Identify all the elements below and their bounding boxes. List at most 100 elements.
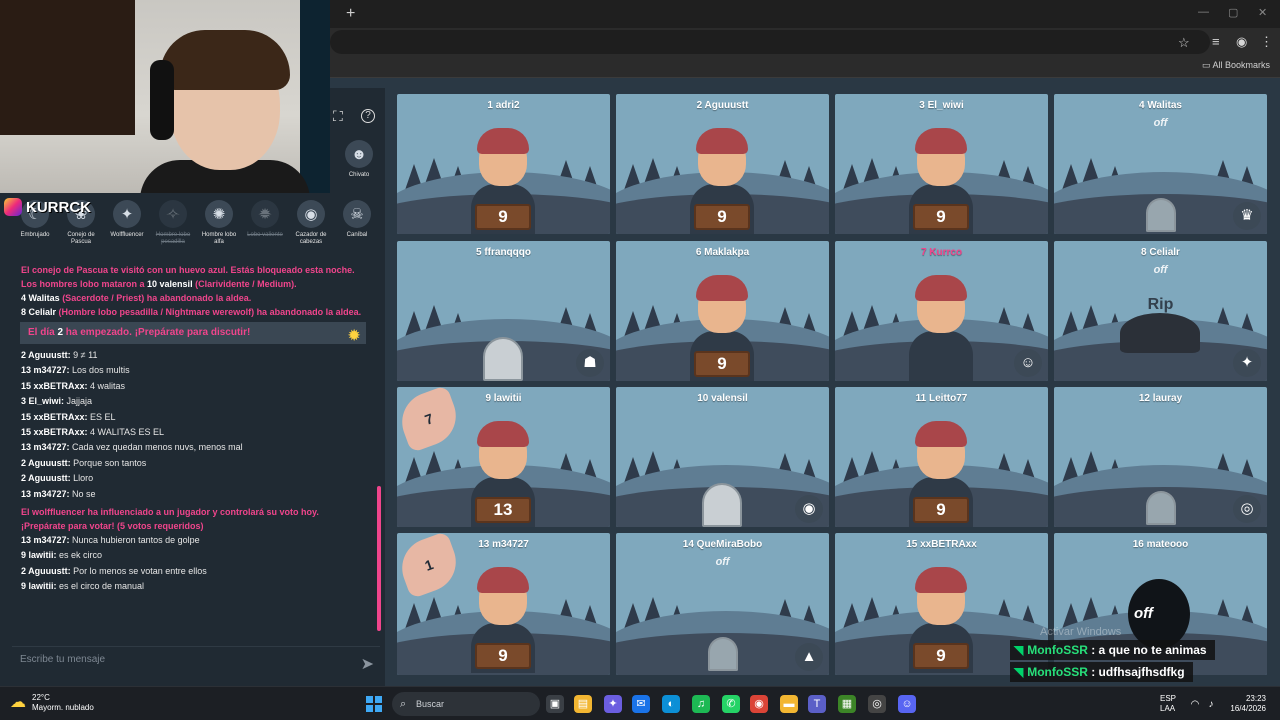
chat-message: 15 xxBETRAxx: ES EL [8,410,376,425]
chat-message: 2 Aguuustt: Por lo menos se votan entre … [8,564,376,579]
instagram-icon [4,198,22,216]
profile-icon[interactable]: ◉ [1236,34,1247,50]
role-chivato[interactable]: ☻ Chivato [337,140,381,179]
chat-message: 13 m34727: No se [8,487,376,502]
player-card[interactable]: 9 2 Aguuustt [616,94,829,234]
minimize-icon[interactable]: — [1198,6,1209,18]
edge-icon[interactable]: ◐ [662,695,680,713]
player-ref: 10 valensil [147,279,193,289]
twitch-badge-icon: ◥ [1014,665,1024,679]
all-bookmarks-button[interactable]: ▭ All Bookmarks [1202,60,1270,71]
player-card[interactable]: 10 valensil ◉ [616,387,829,527]
chat-text: 4 walitas [87,380,126,391]
new-tab-button[interactable]: + [346,5,355,23]
player-card[interactable]: Rip 8 Celialr off ✦ [1054,241,1267,381]
chat-message: 13 m34727: Nunca hubieron tantos de golp… [8,533,376,548]
help-icon[interactable]: ? [361,109,375,123]
avatar-hair [477,128,529,154]
folder-icon[interactable]: ▬ [780,695,798,713]
role-hombre-lobo-pesadilla[interactable]: ✧ Hombre lobo pesadilla [151,200,195,246]
clock-date: 16/4/2026 [1230,704,1266,713]
player-name: 2 Aguuustt [696,100,749,111]
language-indicator[interactable]: ESP LAA [1160,694,1176,714]
left-player-icon [708,637,738,671]
head-hunter-icon: ◉ [297,200,325,228]
all-bookmarks-label: All Bookmarks [1212,60,1270,70]
twitch-badge-icon: ◥ [1014,643,1024,657]
avatar-hair [915,421,967,447]
role-hombre-lobo-alfa[interactable]: ✺ Hombre lobo alfa [197,200,241,246]
task-view-icon[interactable]: ▣ [546,695,564,713]
app-icon[interactable]: ◎ [868,695,886,713]
background-shelf [0,0,135,135]
copilot-icon[interactable]: ✦ [604,695,622,713]
weather-widget[interactable]: ☁ 22°C Mayorm. nublado [10,693,94,713]
player-name: 10 valensil [697,393,748,404]
role-label: Embrujado [20,232,50,238]
screen: + — ▢ ✕ ☆ ≡ ◉ ⋮ ▭ All Bookmarks ⛶ ? ☻ Ch… [0,0,1280,720]
maximize-icon[interactable]: ▢ [1228,6,1238,19]
whatsapp-icon[interactable]: ✆ [722,695,740,713]
chat-user: 13 m34727: [21,365,70,376]
star-icon[interactable]: ☆ [1178,35,1190,51]
windows-start-icon[interactable] [366,696,382,712]
stream-chat-message: ◥ MonfoSSR : udfhsajfhsdfkg [1010,662,1193,682]
player-status-off: off [1134,605,1153,622]
minecraft-icon[interactable]: ▦ [838,695,856,713]
weather-temp: 22°C [32,693,50,702]
chat-scrollbar[interactable] [377,486,381,631]
close-icon[interactable]: ✕ [1258,6,1267,19]
chat-text: es ek circo [56,550,103,561]
vote-count-sign: 9 [694,204,750,230]
stream-chat-user: MonfoSSR [1027,643,1088,657]
teams-icon[interactable]: T [808,695,826,713]
chat-input[interactable]: Escribe tu mensaje ➤ [12,646,380,673]
avatar-hair [915,275,967,301]
discord-icon[interactable]: ☺ [898,695,916,713]
volume-icon[interactable]: ♪ [1204,696,1218,710]
stream-chat-text: : a que no te animas [1087,643,1207,657]
player-card[interactable]: 5 ffranqqqo ☗ [397,241,610,381]
wifi-icon[interactable]: ◠ [1188,696,1202,710]
player-card[interactable]: 9 3 El_wiwi [835,94,1048,234]
player-card[interactable]: 4 Walitas off ♛ [1054,94,1267,234]
player-status-off: off [1153,117,1168,129]
send-icon[interactable]: ➤ [361,652,374,678]
player-card[interactable]: 9 6 Maklakpa [616,241,829,381]
player-name: 8 Celialr [1141,247,1180,258]
fullscreen-icon[interactable]: ⛶ [333,108,343,125]
address-bar[interactable]: ☆ [330,30,1210,54]
role-canibal[interactable]: ☠ Caníbal [335,200,379,239]
role-wolffluencer[interactable]: ✦ Wolffluencer [105,200,149,239]
folder-icon: ▭ [1201,60,1213,70]
clock[interactable]: 23:23 16/4/2026 [1230,694,1266,714]
chrome-icon[interactable]: ◉ [750,695,768,713]
player-name: 12 lauray [1138,393,1183,404]
player-card[interactable]: 14 QueMiraBobo off ▲ [616,533,829,675]
player-name: 16 mateooo [1132,539,1189,550]
player-card[interactable]: 7 Kurrco ☺ [835,241,1048,381]
reading-list-icon[interactable]: ≡ [1212,34,1220,49]
player-name: 3 El_wiwi [919,100,964,111]
chat-message: 9 lawitii: es el circo de manual [8,579,376,594]
player-card[interactable]: 9 1 adri2 [397,94,610,234]
player-card[interactable]: 13 9 lawitii 7 [397,387,610,527]
outlook-icon[interactable]: ✉ [632,695,650,713]
role-lobo-valiente[interactable]: ✹ Lobo valiente [243,200,287,239]
role-cazador[interactable]: ◉ Cazador de cabezas [289,200,333,246]
avatar-hair [696,128,748,154]
spotify-icon[interactable]: ♫ [692,695,710,713]
file-explorer-icon[interactable]: ▤ [574,695,592,713]
avatar-hair [915,567,967,593]
chat-user: 13 m34727: [21,535,70,546]
msg-text: Los hombres lobo mataron a [21,279,148,289]
menu-icon[interactable]: ⋮ [1260,34,1273,50]
player-card[interactable]: 9 13 m34727 1 [397,533,610,675]
player-card[interactable]: 12 lauray ◎ [1054,387,1267,527]
tombstone-icon [483,337,523,381]
avatar-hair [477,567,529,593]
player-name: 15 xxBETRAxx [906,539,977,550]
player-card[interactable]: 9 11 Leitto77 [835,387,1048,527]
chat-user: 13 m34727: [21,442,70,453]
taskbar-search[interactable]: ⌕ Buscar [392,692,540,716]
